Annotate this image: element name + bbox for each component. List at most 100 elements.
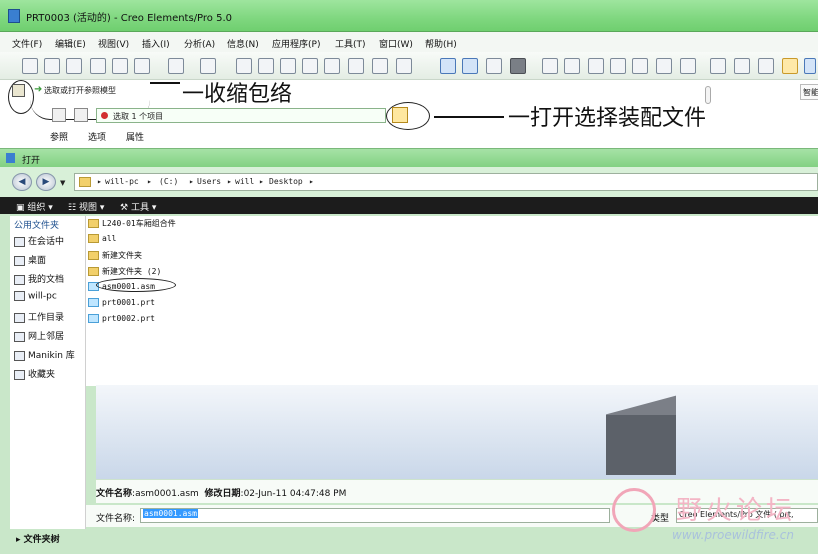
- title-bar: PRT0003 (活动的) - Creo Elements/Pro 5.0: [0, 0, 818, 32]
- menu-tools[interactable]: 工具(T): [335, 37, 366, 50]
- appearance-icon[interactable]: [510, 58, 526, 74]
- list-item[interactable]: all: [88, 234, 116, 243]
- menu-applications[interactable]: 应用程序(P): [272, 37, 320, 50]
- folder-icon: [79, 177, 91, 187]
- save-icon[interactable]: [66, 58, 82, 74]
- desktop-icon: [14, 255, 25, 266]
- filename-input[interactable]: asm0001.asm: [140, 508, 610, 523]
- breadcrumb-desktop[interactable]: Desktop: [269, 177, 303, 186]
- email-link-icon[interactable]: [134, 58, 150, 74]
- no-hidden-icon[interactable]: [758, 58, 774, 74]
- zoom-in-icon[interactable]: [542, 58, 558, 74]
- sidebar-item-favorites[interactable]: 收藏夹: [14, 367, 55, 380]
- path-separator: ▸: [97, 177, 102, 186]
- paste-special-icon[interactable]: [302, 58, 318, 74]
- wireframe-icon[interactable]: [710, 58, 726, 74]
- zoom-out-icon[interactable]: [564, 58, 580, 74]
- forum-watermark: 野火论坛 www.proewildfire.cn: [612, 488, 818, 554]
- sidebar-item-in-session[interactable]: 在会话中: [14, 234, 64, 247]
- tools-button[interactable]: ⚒ 工具 ▾: [120, 200, 156, 213]
- feature-dashboard: ➜ 选取或打开参照模型 一收缩包络 智能 选取 1 个项目 一打开选择装配文件 …: [0, 80, 818, 148]
- regen-manager-icon[interactable]: [348, 58, 364, 74]
- view-manager-icon[interactable]: [486, 58, 502, 74]
- redo-icon[interactable]: [200, 58, 216, 74]
- list-item[interactable]: prt0001.prt: [88, 298, 155, 307]
- sidebar-item-manikin[interactable]: Manikin 库: [14, 348, 75, 361]
- remove-reference-icon[interactable]: [52, 108, 66, 122]
- menu-analysis[interactable]: 分析(A): [184, 37, 215, 50]
- view-button[interactable]: ☷ 视图 ▾: [68, 200, 104, 213]
- menu-edit[interactable]: 编辑(E): [55, 37, 86, 50]
- hidden-line-icon[interactable]: [734, 58, 750, 74]
- workdir-icon: [14, 312, 25, 323]
- list-item[interactable]: 新建文件夹: [88, 250, 142, 261]
- dialog-icon: [6, 153, 15, 163]
- open-icon[interactable]: [44, 58, 60, 74]
- annotation-line-right: [434, 116, 504, 118]
- watermark-title: 野火论坛: [676, 496, 797, 526]
- sidebar-item-desktop[interactable]: 桌面: [14, 253, 46, 266]
- refit-icon[interactable]: [588, 58, 604, 74]
- datum-planes-icon[interactable]: [804, 58, 816, 74]
- reorient-icon[interactable]: [610, 58, 626, 74]
- shrinkwrap-icon[interactable]: [12, 84, 25, 97]
- reference-select-field[interactable]: 选取 1 个项目: [96, 108, 386, 123]
- list-item[interactable]: prt0002.prt: [88, 314, 155, 323]
- print-icon[interactable]: [90, 58, 106, 74]
- back-button[interactable]: ◀: [12, 173, 32, 191]
- menu-file[interactable]: 文件(F): [12, 37, 42, 50]
- new-icon[interactable]: [22, 58, 38, 74]
- tab-references[interactable]: 参照: [50, 130, 68, 143]
- history-dropdown-icon[interactable]: ▼: [60, 179, 65, 187]
- list-item[interactable]: L240-01车厢组合件: [88, 218, 176, 229]
- path-box[interactable]: ▸ will-pc ▸ (C:) ▸ Users ▸ will ▸ Deskto…: [74, 173, 818, 191]
- part-file-icon: [88, 298, 99, 307]
- sidebar-item-documents[interactable]: 我的文档: [14, 272, 64, 285]
- tab-options[interactable]: 选项: [88, 130, 106, 143]
- saved-views-icon[interactable]: [632, 58, 648, 74]
- paste-icon[interactable]: [280, 58, 296, 74]
- select-box-icon[interactable]: [396, 58, 412, 74]
- sidebar-item-computer[interactable]: will-pc: [14, 291, 57, 302]
- sketch-view-icon[interactable]: [440, 58, 456, 74]
- folder-tree-toggle[interactable]: ▸ 文件夹树: [10, 529, 86, 547]
- file-list: L240-01车厢组合件 all 新建文件夹 新建文件夹 (2) asm0001…: [86, 216, 818, 386]
- copy-icon[interactable]: [258, 58, 274, 74]
- menu-help[interactable]: 帮助(H): [425, 37, 457, 50]
- breadcrumb-drive[interactable]: (C:): [159, 177, 178, 186]
- open-folder-icon[interactable]: [392, 107, 408, 123]
- sidebar-item-workdir[interactable]: 工作目录: [14, 310, 64, 323]
- breadcrumb-will[interactable]: will: [235, 177, 254, 186]
- sidebar-item-network[interactable]: 网上邻居: [14, 329, 64, 342]
- breadcrumb-users[interactable]: Users: [197, 177, 221, 186]
- cut-icon[interactable]: [236, 58, 252, 74]
- folder-icon: [88, 219, 99, 228]
- tab-properties[interactable]: 属性: [126, 130, 144, 143]
- regenerate-icon[interactable]: [324, 58, 340, 74]
- layers-icon[interactable]: [656, 58, 672, 74]
- menu-insert[interactable]: 插入(I): [142, 37, 170, 50]
- model-preview[interactable]: [96, 385, 818, 479]
- path-separator: ▸: [189, 177, 194, 186]
- dialog-title-bar: 打开: [0, 149, 818, 167]
- find-icon[interactable]: [372, 58, 388, 74]
- menu-view[interactable]: 视图(V): [98, 37, 129, 50]
- menu-window[interactable]: 窗口(W): [379, 37, 413, 50]
- undo-icon[interactable]: [168, 58, 184, 74]
- list-item[interactable]: 新建文件夹 (2): [88, 266, 161, 277]
- cube-model-front: [606, 415, 676, 475]
- manikin-icon: [14, 350, 25, 361]
- smart-filter[interactable]: 智能: [800, 84, 818, 100]
- path-separator: ▸: [147, 177, 152, 186]
- common-folders-header: 公用文件夹: [14, 221, 60, 231]
- repaint-icon[interactable]: [680, 58, 696, 74]
- reference-options-icon[interactable]: [74, 108, 88, 122]
- organize-button[interactable]: ▣ 组织 ▾: [16, 200, 53, 213]
- email-icon[interactable]: [112, 58, 128, 74]
- annotation-line-left: [150, 82, 180, 84]
- breadcrumb-pc[interactable]: will-pc: [105, 177, 139, 186]
- forward-button[interactable]: ▶: [36, 173, 56, 191]
- spin-center-icon[interactable]: [462, 58, 478, 74]
- menu-info[interactable]: 信息(N): [227, 37, 259, 50]
- shading-icon[interactable]: [782, 58, 798, 74]
